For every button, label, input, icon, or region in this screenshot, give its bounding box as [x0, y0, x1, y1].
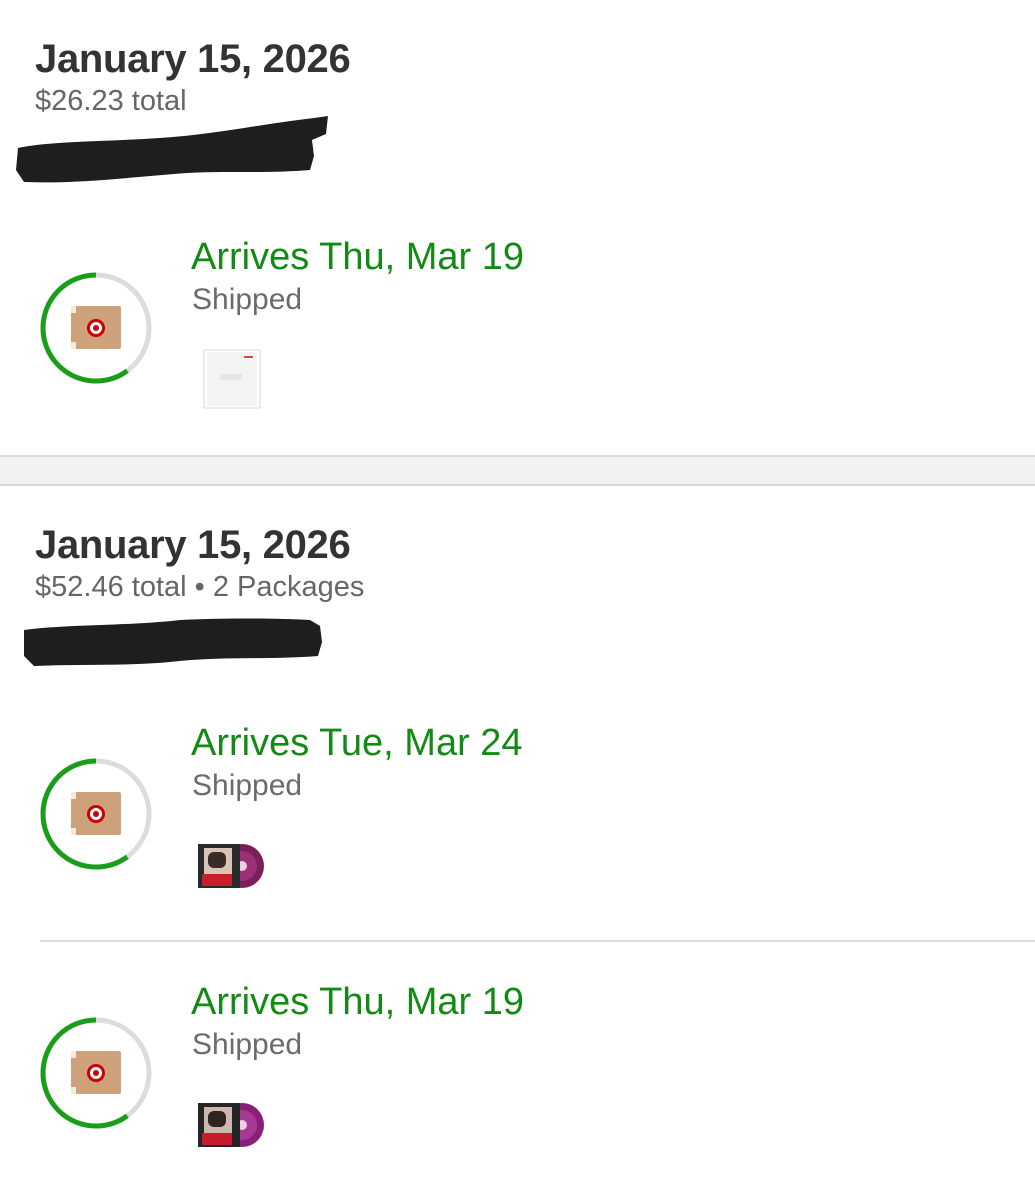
package-box-target-icon — [71, 1051, 121, 1094]
package-row[interactable]: Arrives Thu, Mar 19 Shipped — [0, 975, 1035, 1175]
package-row[interactable]: Arrives Thu, Mar 19 Shipped — [0, 230, 1035, 430]
item-thumbnail[interactable] — [196, 1101, 270, 1149]
shipping-status: Shipped — [192, 283, 303, 316]
order-date: January 15, 2026 — [35, 37, 351, 81]
order-section-divider — [0, 455, 1035, 486]
package-box-target-icon — [71, 792, 121, 835]
item-thumbnail[interactable] — [196, 348, 262, 412]
order-number-redaction — [24, 618, 322, 666]
order-date: January 15, 2026 — [35, 523, 351, 567]
shipping-progress-ring — [40, 272, 152, 384]
arrival-date: Arrives Tue, Mar 24 — [191, 722, 523, 764]
order-header-1[interactable]: January 15, 2026 $26.23 total — [35, 36, 351, 118]
order-number-redaction — [16, 116, 328, 183]
package-box-target-icon — [71, 306, 121, 349]
package-row[interactable]: Arrives Tue, Mar 24 Shipped — [0, 716, 1035, 916]
item-thumbnail[interactable] — [196, 842, 270, 890]
order-header-2[interactable]: January 15, 2026 $52.46 total • 2 Packag… — [35, 522, 364, 604]
shipping-progress-ring — [40, 1017, 152, 1129]
arrival-date: Arrives Thu, Mar 19 — [191, 981, 524, 1023]
order-total: $52.46 total • 2 Packages — [35, 571, 365, 603]
arrival-date: Arrives Thu, Mar 19 — [191, 236, 524, 278]
shipping-status: Shipped — [192, 769, 303, 802]
package-divider — [40, 940, 1035, 942]
shipping-status: Shipped — [192, 1028, 303, 1061]
shipping-progress-ring — [40, 758, 152, 870]
